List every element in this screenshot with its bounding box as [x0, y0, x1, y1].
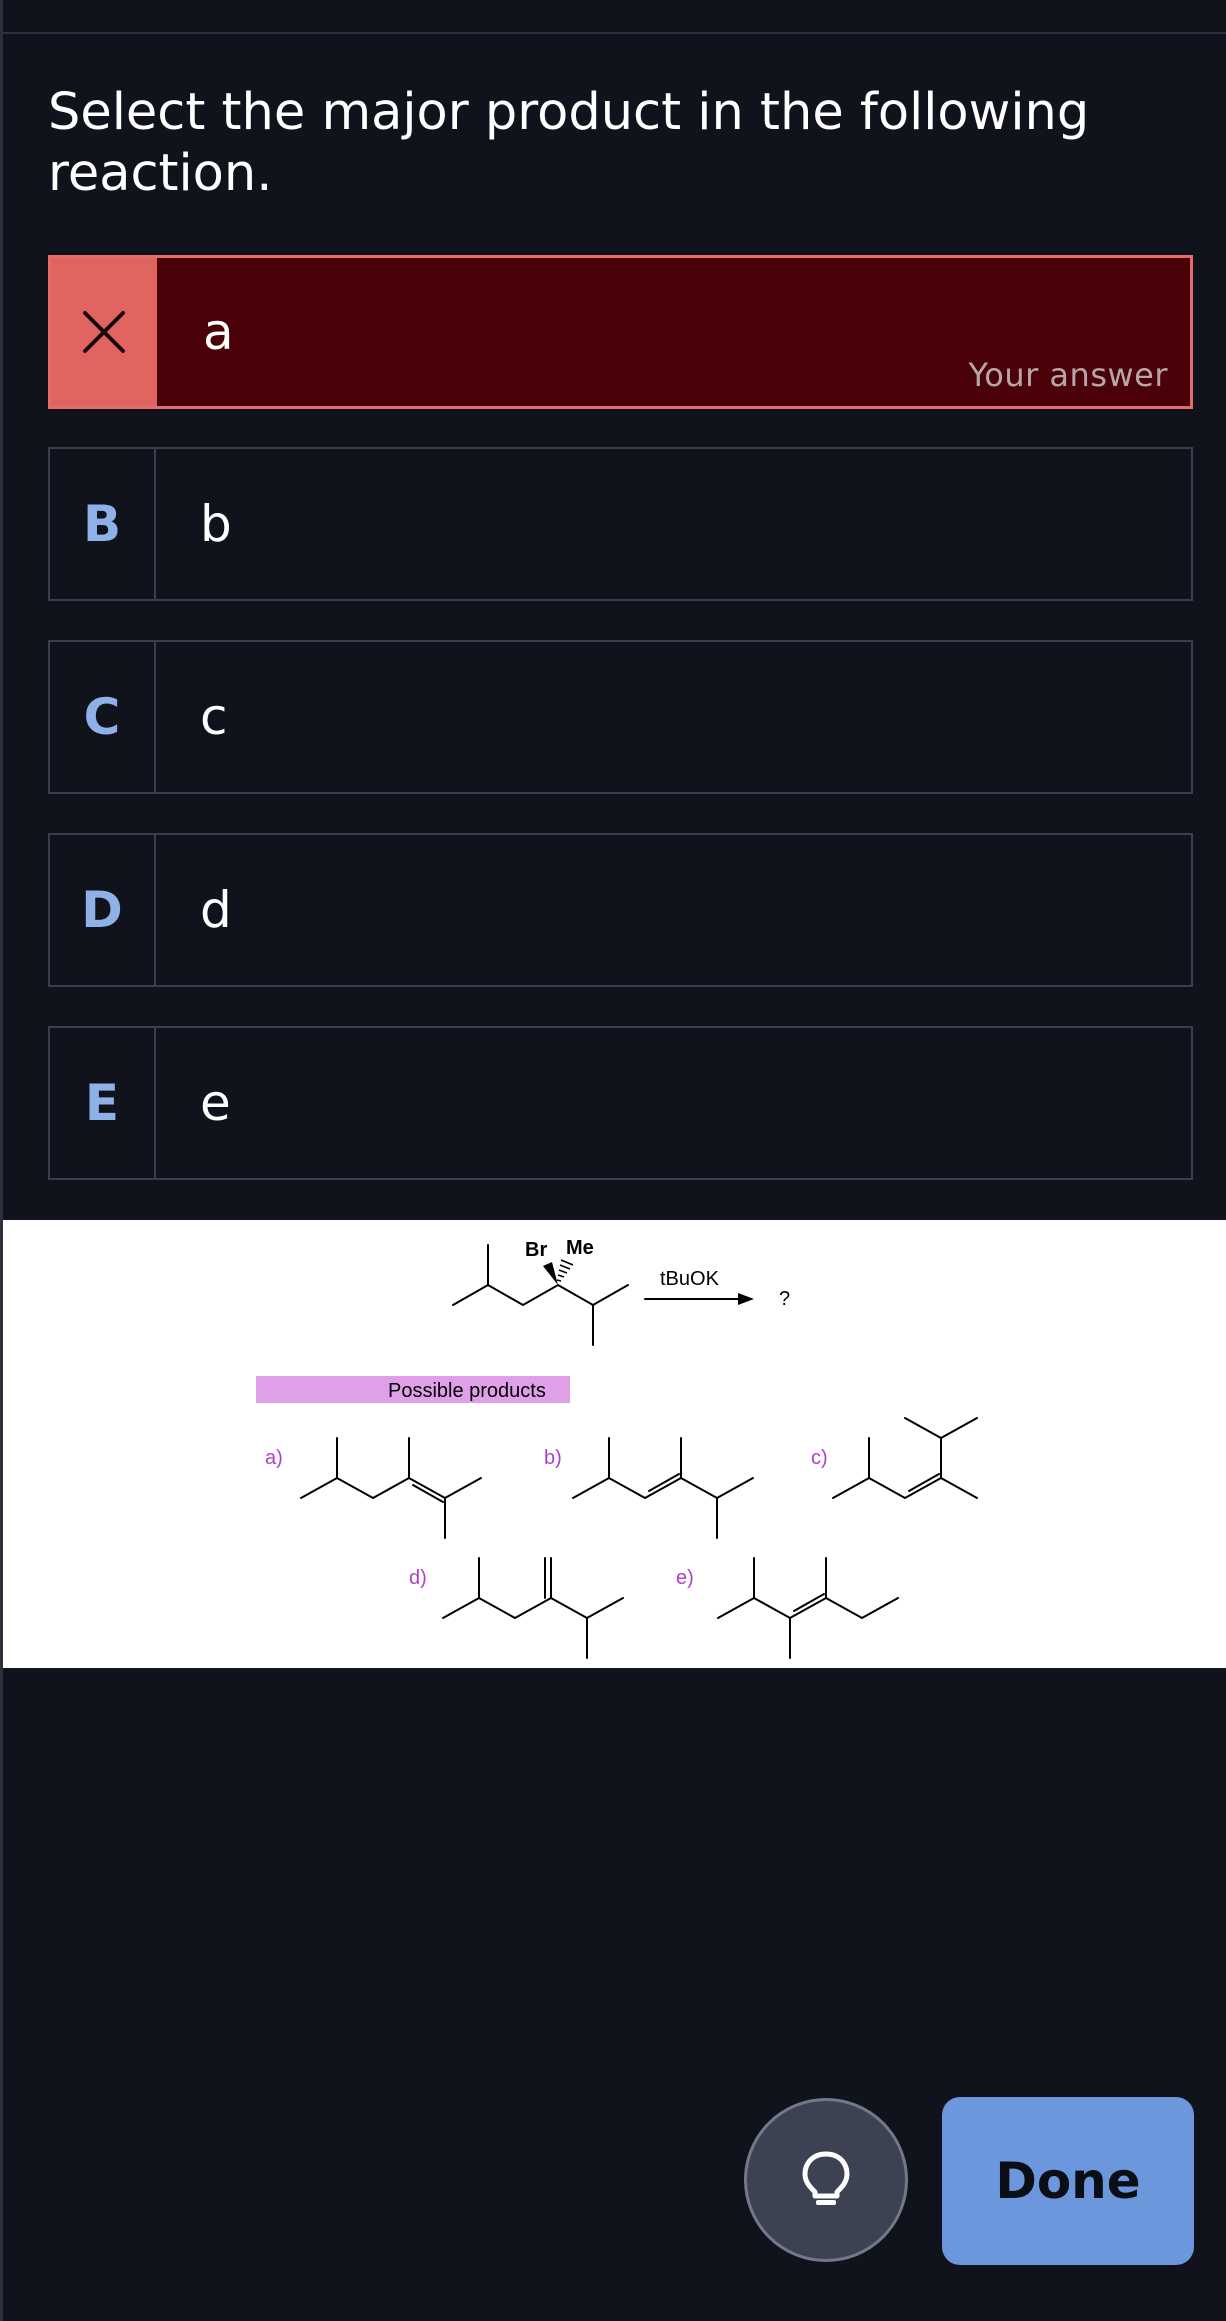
product-label-d: d) [409, 1567, 427, 1589]
lightbulb-icon [802, 2151, 850, 2205]
product-label-c: c) [811, 1447, 828, 1469]
option-d[interactable]: D d [48, 833, 1193, 987]
option-c[interactable]: C c [48, 640, 1193, 794]
reagent-label: tBuOK [660, 1268, 720, 1290]
methyl-label: Me [566, 1237, 594, 1259]
bromine-label: Br [525, 1239, 547, 1261]
product-d-structure [442, 1557, 624, 1659]
option-d-label: d [200, 881, 232, 939]
your-answer-tag: Your answer [968, 356, 1168, 394]
reactant-skeleton [452, 1283, 629, 1307]
product-e-structure [717, 1557, 899, 1659]
option-c-label: c [200, 688, 228, 746]
wedge-bond [543, 1262, 558, 1285]
product-label-b: b) [544, 1447, 562, 1469]
top-divider [0, 32, 1226, 34]
products-heading: Possible products [388, 1380, 546, 1402]
option-d-key: D [50, 835, 156, 985]
option-a-key [51, 258, 157, 406]
product-label-a: a) [265, 1447, 283, 1469]
left-edge-rail [0, 0, 3, 2321]
option-e-label: e [200, 1074, 231, 1132]
option-b-key: B [50, 449, 156, 599]
question-text: Select the major product in the followin… [48, 83, 1090, 203]
reaction-scheme: Br Me tBuOK ? Possible products a) b) c)… [256, 1237, 978, 1659]
hint-button[interactable] [744, 2098, 908, 2262]
reaction-figure: Br Me tBuOK ? Possible products a) b) c)… [3, 1220, 1226, 1668]
option-b-label: b [200, 495, 232, 553]
product-b-structure [572, 1437, 754, 1539]
product-c-structure [832, 1417, 978, 1500]
option-b[interactable]: B b [48, 447, 1193, 601]
option-c-key: C [50, 642, 156, 792]
option-e[interactable]: E e [48, 1026, 1193, 1180]
option-e-key: E [50, 1028, 156, 1178]
product-a-structure [300, 1437, 482, 1539]
done-button[interactable]: Done [942, 2097, 1194, 2265]
unknown-product: ? [779, 1288, 790, 1310]
close-icon [83, 311, 125, 353]
option-a[interactable]: a Your answer [48, 255, 1193, 409]
product-label-e: e) [676, 1567, 694, 1589]
